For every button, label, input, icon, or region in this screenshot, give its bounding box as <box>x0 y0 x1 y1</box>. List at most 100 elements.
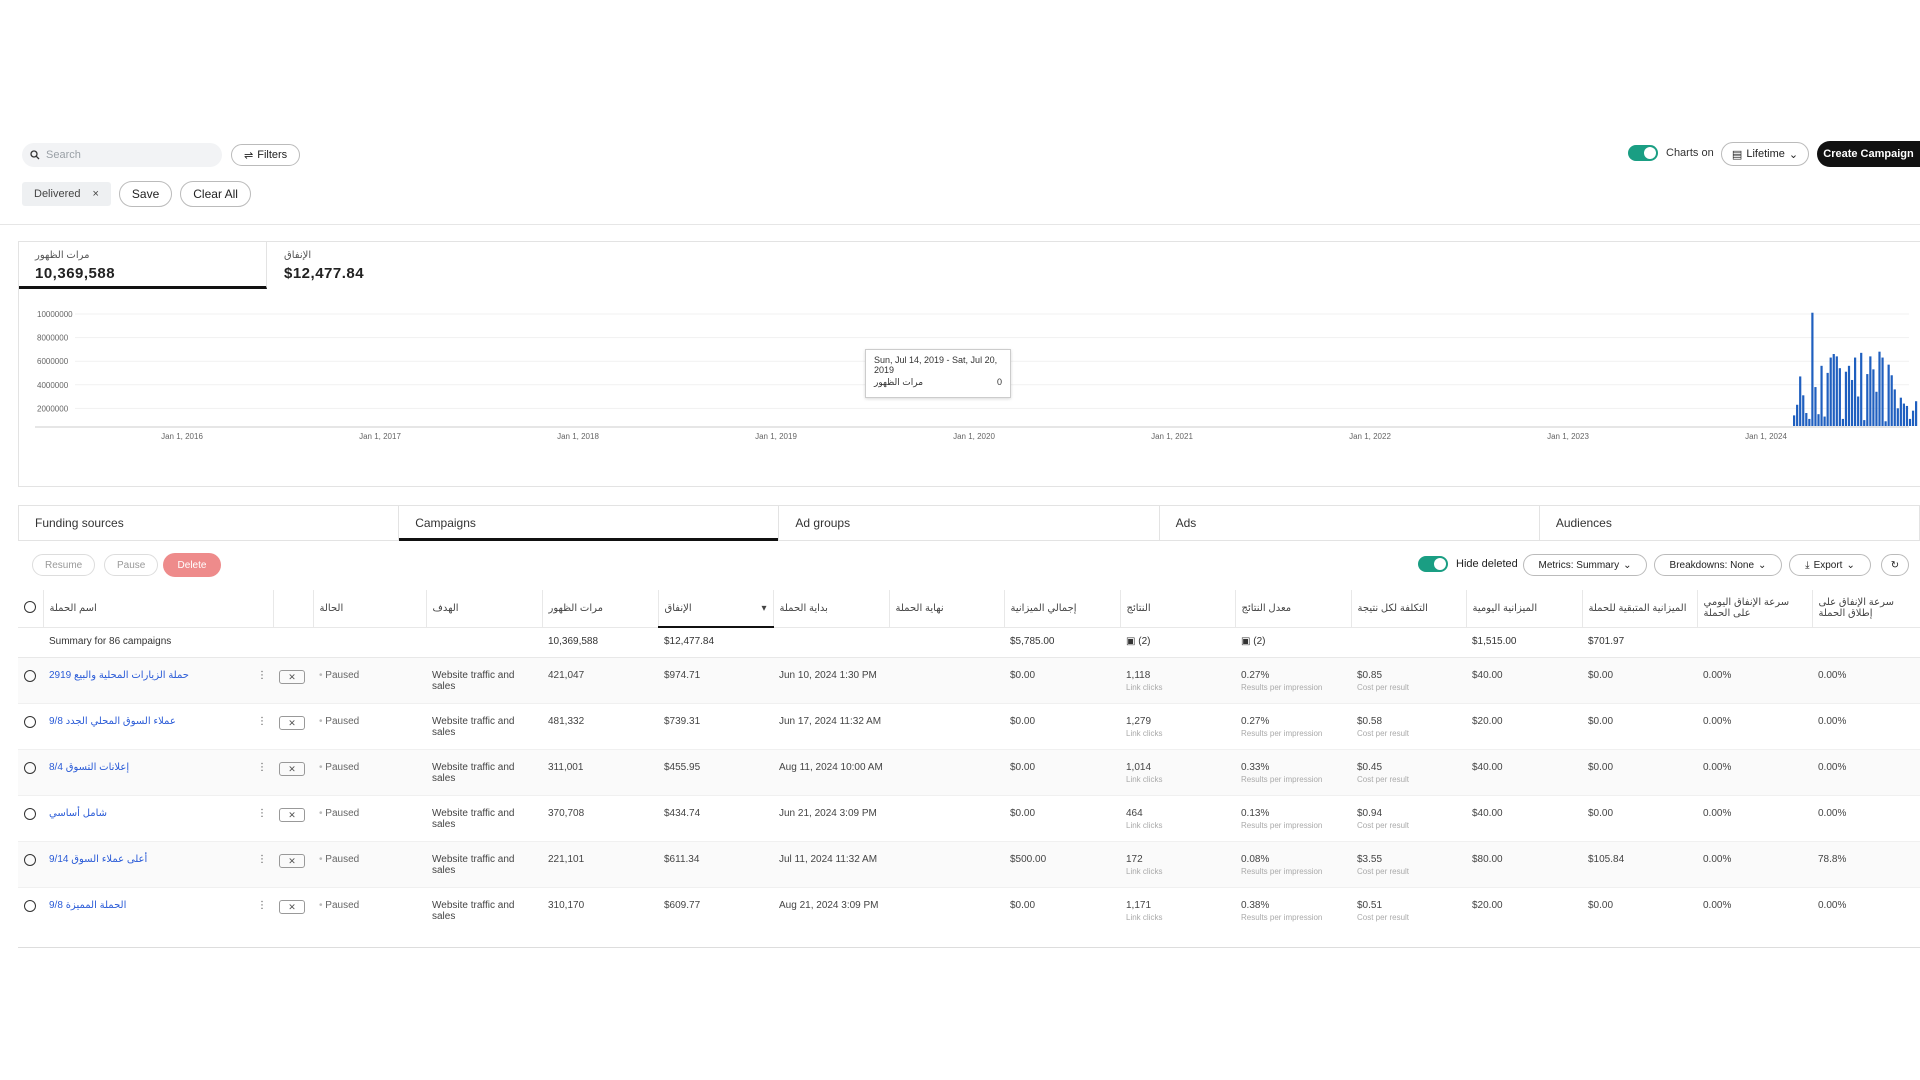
select-all-checkbox[interactable] <box>24 600 36 613</box>
column-header[interactable]: الميزانية اليومية <box>1466 590 1583 627</box>
column-header[interactable]: معدل النتائج <box>1235 590 1352 627</box>
chart-bar[interactable] <box>1905 405 1909 426</box>
campaign-toggle[interactable]: ✕ <box>279 807 305 822</box>
campaign-toggle[interactable]: ✕ <box>279 761 305 776</box>
chart-bar[interactable] <box>1899 397 1902 426</box>
chart-bar[interactable] <box>1847 365 1851 426</box>
row-select-cell[interactable] <box>18 840 43 887</box>
table-row[interactable]: شامل أساسي ⋮ ✕ Paused Website traffic and sa… <box>18 794 1920 841</box>
more-options-icon[interactable]: ⋮ <box>257 808 267 819</box>
column-header[interactable]: اسم الحملة <box>43 590 274 627</box>
campaign-toggle[interactable]: ✕ <box>279 715 305 730</box>
chart-bar[interactable] <box>1875 391 1878 426</box>
chart-bar[interactable] <box>1887 364 1890 426</box>
row-select-cell[interactable] <box>18 656 43 703</box>
column-header[interactable]: الهدف <box>426 590 543 627</box>
metric-impressions[interactable]: مرات الظهور 10,369,588 <box>19 242 267 289</box>
more-options-icon[interactable]: ⋮ <box>257 900 267 911</box>
tab-ads[interactable]: Ads <box>1160 506 1540 540</box>
campaign-name-cell[interactable]: 9/8 الحملة المميزة ⋮ <box>43 886 273 933</box>
column-header[interactable]: الميزانية المتبقية للحملة <box>1582 590 1698 627</box>
campaign-name-link[interactable]: 8/4 إعلانات التسوق <box>49 762 129 773</box>
toggle-cell[interactable]: ✕ <box>273 656 313 703</box>
chart-bar[interactable] <box>1844 371 1848 426</box>
campaign-toggle[interactable]: ✕ <box>279 853 305 868</box>
table-row[interactable]: أعلى عملاء السوق 9/14 ⋮ ✕ Paused Website tra… <box>18 840 1920 887</box>
chart-bar[interactable] <box>1872 369 1875 426</box>
save-button[interactable]: Save <box>118 181 173 207</box>
chart-bar[interactable] <box>1826 372 1829 426</box>
chart-bar[interactable] <box>1860 352 1863 426</box>
campaign-name-link[interactable]: شامل أساسي <box>49 808 107 819</box>
more-options-icon[interactable]: ⋮ <box>257 716 267 727</box>
more-options-icon[interactable]: ⋮ <box>257 670 267 681</box>
column-header[interactable]: سرعة الإنفاق على إطلاق الحملة <box>1812 590 1920 627</box>
row-checkbox[interactable] <box>24 899 36 912</box>
column-header[interactable]: مرات الظهور <box>542 590 659 627</box>
chart-bar[interactable] <box>1805 413 1808 426</box>
select-all-cell[interactable] <box>18 590 44 627</box>
campaign-name-link[interactable]: 9/8 عملاء السوق المحلي الجدد <box>49 716 176 727</box>
tab-ad-groups[interactable]: Ad groups <box>779 506 1160 540</box>
chart-bar[interactable] <box>1884 421 1887 426</box>
campaign-toggle[interactable]: ✕ <box>279 899 305 914</box>
search-box[interactable] <box>22 143 222 167</box>
chart-bar[interactable] <box>1902 403 1905 426</box>
table-row[interactable]: 2919 حملة الزيارات المحلية والبيع ⋮ ✕ Pause… <box>18 656 1920 703</box>
campaign-name-cell[interactable]: 9/8 عملاء السوق المحلي الجدد ⋮ <box>43 702 273 749</box>
chart-bar[interactable] <box>1890 375 1893 426</box>
chart-bar[interactable] <box>1915 401 1918 426</box>
metrics-dropdown[interactable]: Metrics: Summary ⌄ <box>1523 554 1647 576</box>
table-row[interactable]: 8/4 إعلانات التسوق ⋮ ✕ Paused Website traffi… <box>18 748 1920 795</box>
more-options-icon[interactable]: ⋮ <box>257 762 267 773</box>
chart-bar[interactable] <box>1793 415 1796 426</box>
chart-bar[interactable] <box>1841 418 1844 426</box>
pause-button[interactable]: Pause <box>104 554 159 576</box>
hide-deleted-toggle[interactable] <box>1418 556 1448 572</box>
metric-spend[interactable]: الإنفاق $12,477.84 <box>268 242 518 289</box>
campaign-name-cell[interactable]: شامل أساسي ⋮ <box>43 794 273 841</box>
chart-bar[interactable] <box>1820 365 1823 426</box>
chart-bar[interactable] <box>1799 376 1802 426</box>
export-button[interactable]: ⤓ Export ⌄ <box>1789 554 1871 576</box>
create-campaign-button[interactable]: Create Campaign <box>1817 141 1920 167</box>
chart-bar[interactable] <box>1911 410 1915 426</box>
chart-bar[interactable] <box>1829 357 1832 426</box>
chart-bar[interactable] <box>1814 387 1817 426</box>
chart-bar[interactable] <box>1863 420 1866 426</box>
campaign-toggle[interactable]: ✕ <box>279 669 305 684</box>
more-options-icon[interactable]: ⋮ <box>257 854 267 865</box>
row-checkbox[interactable] <box>24 761 36 774</box>
chart-bar[interactable] <box>1796 404 1799 426</box>
column-header[interactable]: بداية الحملة <box>773 590 890 627</box>
chart-bar[interactable] <box>1832 354 1835 426</box>
tab-funding-sources[interactable]: Funding sources <box>19 506 400 540</box>
chart-bar[interactable] <box>1854 357 1857 426</box>
close-icon[interactable]: × <box>92 188 98 200</box>
column-header[interactable]: سرعة الإنفاق اليومي على الحملة <box>1697 590 1813 627</box>
chart-bar[interactable] <box>1811 312 1814 426</box>
row-checkbox[interactable] <box>24 715 36 728</box>
row-select-cell[interactable] <box>18 748 43 795</box>
delete-button[interactable]: Delete <box>163 553 221 577</box>
tab-audiences[interactable]: Audiences <box>1540 506 1920 540</box>
chart-bar[interactable] <box>1869 356 1872 426</box>
chart-bar[interactable] <box>1878 351 1881 426</box>
row-checkbox[interactable] <box>24 853 36 866</box>
charts-toggle[interactable] <box>1628 145 1658 161</box>
date-range-button[interactable]: ▤ Lifetime ⌄ <box>1721 142 1809 166</box>
column-header-sorted[interactable]: الإنفاق ▾ <box>658 590 774 628</box>
chart-bar[interactable] <box>1850 379 1854 426</box>
column-header[interactable]: التكلفة لكل نتيجة <box>1351 590 1467 627</box>
campaign-name-cell[interactable]: 2919 حملة الزيارات المحلية والبيع ⋮ <box>43 656 273 703</box>
chart-bar[interactable] <box>1817 414 1820 426</box>
chart-bar[interactable] <box>1881 357 1884 426</box>
row-checkbox[interactable] <box>24 669 36 682</box>
chart-bar[interactable] <box>1808 418 1811 426</box>
row-checkbox[interactable] <box>24 807 36 820</box>
refresh-button[interactable]: ↻ <box>1881 554 1909 576</box>
row-select-cell[interactable] <box>18 794 43 841</box>
chart-bar[interactable] <box>1838 368 1841 426</box>
chart-bar[interactable] <box>1908 418 1912 426</box>
chart-bar[interactable] <box>1823 416 1826 426</box>
